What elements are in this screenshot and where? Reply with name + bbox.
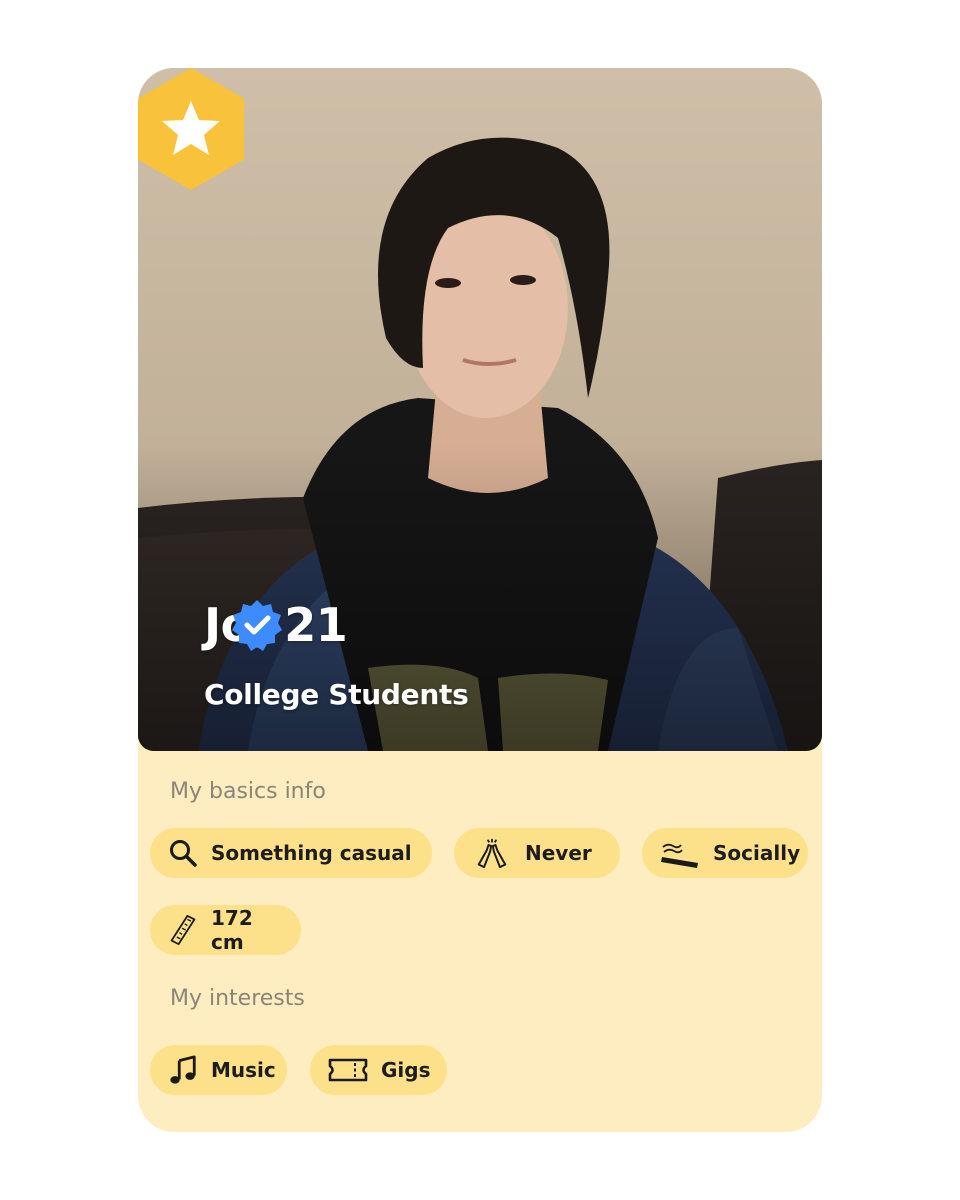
interest-chip-gigs[interactable]: Gigs	[310, 1045, 447, 1095]
interests-section-title: My interests	[170, 986, 305, 1011]
ticket-icon	[328, 1058, 368, 1082]
profile-tagline: College Students	[204, 678, 469, 711]
bottles-cheers-icon	[477, 838, 507, 868]
basics-chip-label: Socially	[713, 841, 801, 865]
ruler-icon	[170, 915, 196, 945]
profile-photo[interactable]: Jo, 21 College Students	[138, 68, 822, 751]
music-note-icon	[170, 1055, 196, 1084]
basics-chip-label: 172 cm	[211, 906, 253, 954]
profile-card: Jo, 21 College Students My basics info S…	[138, 68, 822, 1132]
basics-chip-label: Something casual	[211, 841, 412, 865]
verified-badge-icon	[232, 600, 282, 651]
interest-chip-music[interactable]: Music	[150, 1045, 287, 1095]
basics-section-title: My basics info	[170, 779, 326, 804]
search-icon	[170, 840, 197, 867]
cigarette-icon	[661, 843, 698, 868]
basics-chip-drinking[interactable]: Never	[454, 828, 620, 878]
name-row: Jo, 21	[204, 598, 348, 652]
basics-chip-height[interactable]: 172 cm	[150, 905, 301, 955]
star-hexagon-icon[interactable]	[138, 68, 244, 190]
interest-chip-label: Gigs	[381, 1058, 431, 1082]
basics-chip-label: Never	[525, 841, 592, 865]
basics-chip-looking-for[interactable]: Something casual	[150, 828, 432, 878]
basics-chip-smoking[interactable]: Socially	[642, 828, 808, 878]
interest-chip-label: Music	[211, 1058, 276, 1082]
